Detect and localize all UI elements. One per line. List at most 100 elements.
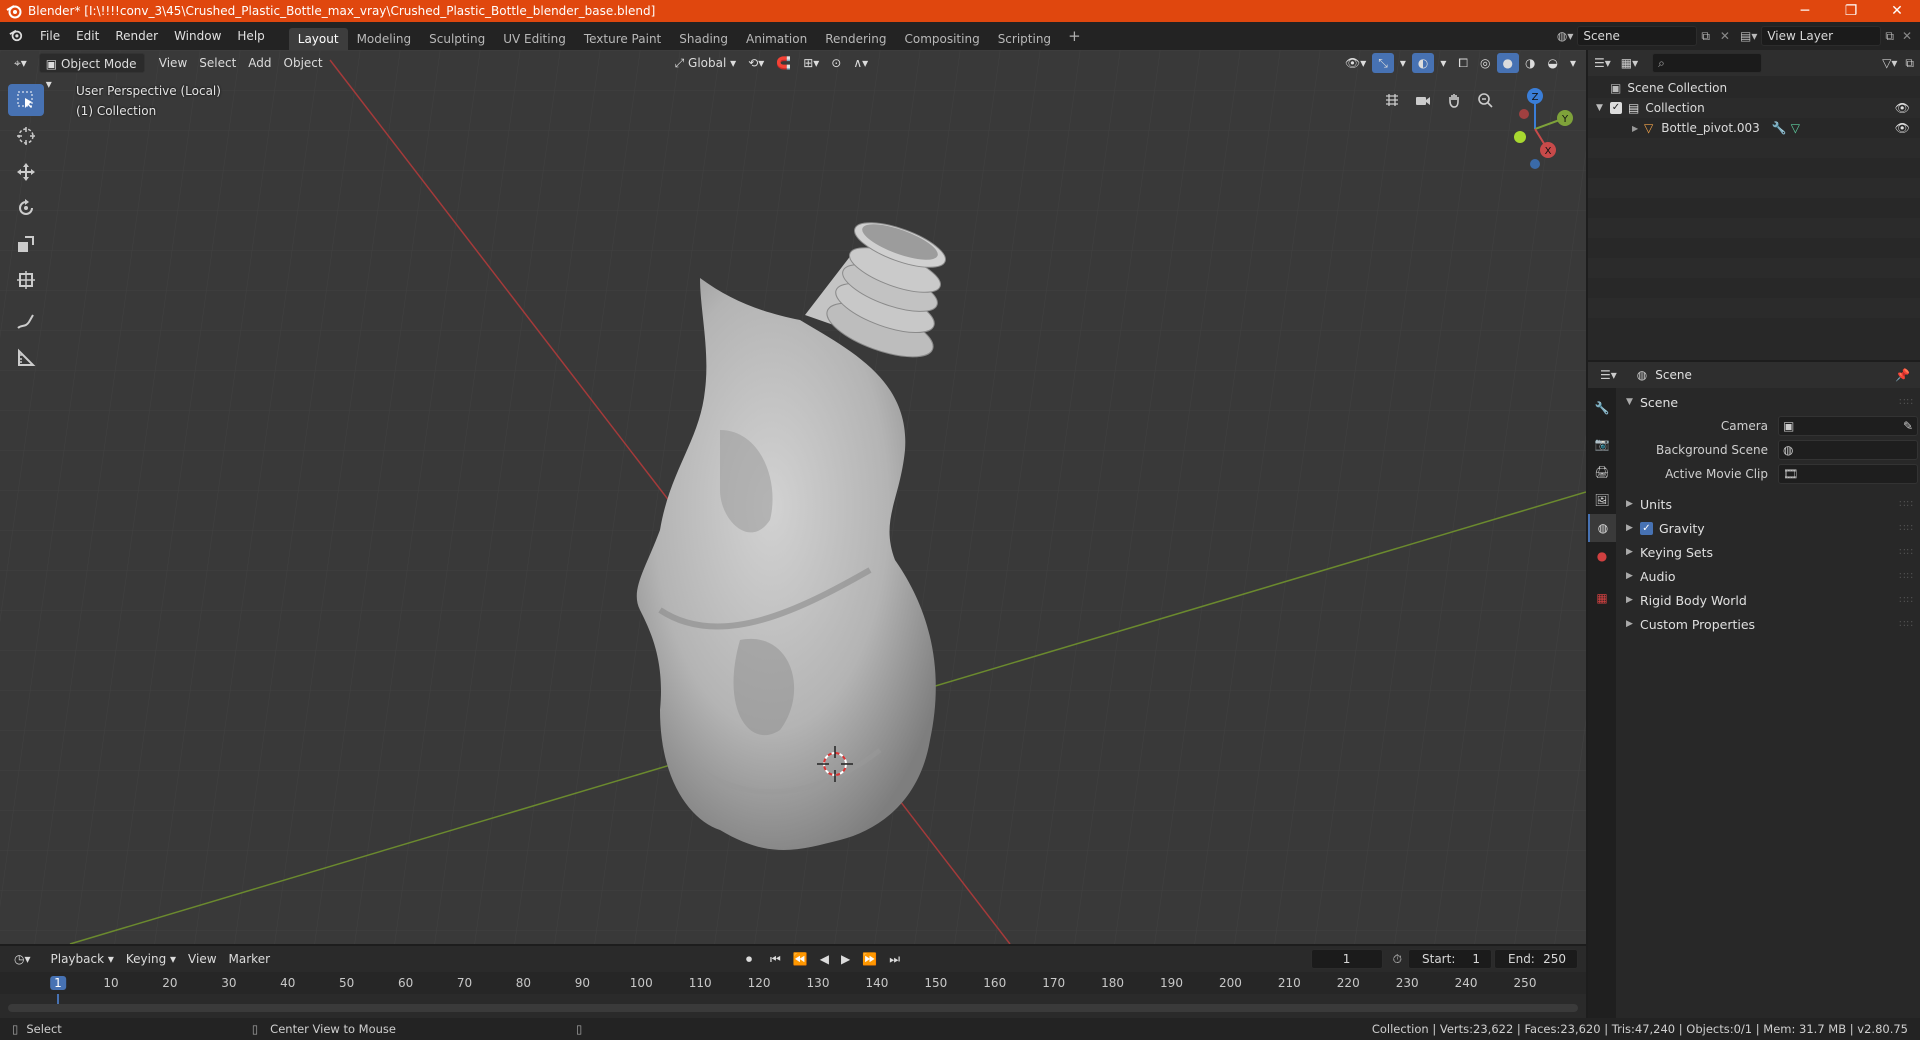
tab-output-icon[interactable]: 🖨 xyxy=(1588,458,1616,486)
mode-dropdown[interactable]: ▣ Object Mode ▾ xyxy=(38,53,145,91)
modifier-wrench-icon[interactable]: 🔧 xyxy=(1772,121,1787,135)
3d-viewport[interactable]: User Perspective (Local) (1) Collection … xyxy=(0,50,1586,944)
cursor-tool[interactable] xyxy=(8,120,44,152)
timeline-scrollbar[interactable] xyxy=(8,1004,1578,1012)
pan-hand-icon[interactable] xyxy=(1440,86,1468,114)
start-frame-field[interactable]: Start: 1 xyxy=(1408,949,1492,969)
menu-help[interactable]: Help xyxy=(229,22,272,50)
tab-rendering[interactable]: Rendering xyxy=(816,28,895,50)
new-scene-icon[interactable]: ⧉ xyxy=(1697,29,1714,44)
proportional-edit-icon[interactable]: ⊙ xyxy=(825,53,847,73)
properties-editor-type-icon[interactable]: ☰▾ xyxy=(1600,368,1617,382)
move-tool[interactable] xyxy=(8,156,44,188)
material-shading-icon[interactable]: ◑ xyxy=(1519,53,1541,73)
transform-tool[interactable] xyxy=(8,264,44,296)
shading-dropdown-icon[interactable]: ▾ xyxy=(1564,53,1582,73)
jump-start-icon[interactable]: ⏮ xyxy=(764,949,787,969)
view-layer-field[interactable]: View Layer xyxy=(1761,26,1882,46)
scale-tool[interactable] xyxy=(8,228,44,260)
tab-texture-paint[interactable]: Texture Paint xyxy=(575,28,670,50)
outliner-row-scene-collection[interactable]: ▣ Scene Collection xyxy=(1588,78,1920,98)
minimize-button[interactable]: ─ xyxy=(1782,0,1828,22)
jump-end-icon[interactable]: ⏭ xyxy=(883,949,906,969)
overlay-toggle-icon[interactable]: ◐ xyxy=(1411,53,1435,73)
menu-render[interactable]: Render xyxy=(107,22,166,50)
menu-marker[interactable]: Marker xyxy=(223,949,276,969)
display-mode-icon[interactable]: ▦▾ xyxy=(1621,56,1638,70)
zoom-icon[interactable] xyxy=(1471,86,1499,114)
collection-visibility-eye-icon[interactable]: 👁 xyxy=(1895,101,1910,115)
tab-layout[interactable]: Layout xyxy=(288,28,348,50)
annotate-tool[interactable] xyxy=(8,306,44,338)
toggle-ortho-icon[interactable] xyxy=(1378,86,1406,114)
audio-drag-handle-icon[interactable]: ∷∷ xyxy=(1899,571,1914,582)
menu-file[interactable]: File xyxy=(32,22,68,50)
remove-scene-icon[interactable]: ✕ xyxy=(1714,29,1736,43)
add-workspace-button[interactable]: + xyxy=(1060,27,1089,45)
units-drag-handle-icon[interactable]: ∷∷ xyxy=(1899,499,1914,510)
wireframe-shading-icon[interactable]: ◎ xyxy=(1474,53,1496,73)
timeline-editor-type-icon[interactable]: ◷▾ xyxy=(8,949,37,969)
menu-timeline-view[interactable]: View xyxy=(182,949,222,969)
menu-window[interactable]: Window xyxy=(166,22,229,50)
menu-object[interactable]: Object xyxy=(278,53,329,73)
tab-animation[interactable]: Animation xyxy=(737,28,816,50)
new-collection-icon[interactable]: ⧉ xyxy=(1905,56,1914,71)
select-box-tool[interactable] xyxy=(8,84,44,116)
filter-icon[interactable]: ▽▾ xyxy=(1882,56,1897,70)
snap-target-icon[interactable]: ⊞▾ xyxy=(797,53,825,73)
outliner-row-object[interactable]: ▶ ▽ Bottle_pivot.003 🔧 ▽ 👁 xyxy=(1588,118,1920,138)
menu-select[interactable]: Select xyxy=(193,53,242,73)
collection-checkbox[interactable]: ✓ xyxy=(1610,102,1622,114)
drag-handle-icon[interactable]: ∷∷ xyxy=(1899,397,1914,408)
tab-modeling[interactable]: Modeling xyxy=(348,28,421,50)
keying-sets-drag-handle-icon[interactable]: ∷∷ xyxy=(1899,547,1914,558)
current-frame-field[interactable]: 1 xyxy=(1310,949,1383,969)
keying-sets-panel-header[interactable]: ▶ Keying Sets ∷∷ xyxy=(1618,540,1920,564)
record-icon[interactable]: ⏺ xyxy=(740,949,758,969)
falloff-icon[interactable]: ∧▾ xyxy=(847,53,874,73)
custom-properties-drag-handle-icon[interactable]: ∷∷ xyxy=(1899,619,1914,630)
tab-world-icon[interactable]: ● xyxy=(1588,542,1616,570)
tab-compositing[interactable]: Compositing xyxy=(895,28,988,50)
jump-keyframe-back-icon[interactable]: ⏪ xyxy=(787,949,814,969)
units-panel-header[interactable]: ▶ Units ∷∷ xyxy=(1618,492,1920,516)
visibility-icon[interactable]: 👁▾ xyxy=(1339,53,1372,73)
scene-field[interactable]: Scene xyxy=(1577,26,1698,46)
custom-properties-panel-header[interactable]: ▶ Custom Properties ∷∷ xyxy=(1618,612,1920,636)
outliner-row-collection[interactable]: ▼ ✓ ▤ Collection 👁 xyxy=(1588,98,1920,118)
tab-shading[interactable]: Shading xyxy=(670,28,737,50)
gravity-drag-handle-icon[interactable]: ∷∷ xyxy=(1899,523,1914,534)
new-view-layer-icon[interactable]: ⧉ xyxy=(1881,29,1898,44)
tab-uv-editing[interactable]: UV Editing xyxy=(494,28,575,50)
menu-view[interactable]: View xyxy=(153,53,193,73)
end-frame-field[interactable]: End: 250 xyxy=(1494,949,1578,969)
camera-view-icon[interactable] xyxy=(1409,86,1437,114)
solid-shading-icon[interactable]: ● xyxy=(1496,53,1519,73)
collapse-arrow-icon[interactable]: ▼ xyxy=(1596,103,1610,113)
snap-icon[interactable]: 🧲 xyxy=(770,53,797,73)
pin-icon[interactable]: 📌 xyxy=(1895,368,1910,382)
outliner-search-input[interactable]: ⌕ xyxy=(1652,53,1763,73)
scene-selector-icon[interactable]: ◍▾ xyxy=(1553,29,1578,43)
background-scene-field[interactable]: ◍ xyxy=(1778,440,1918,460)
menu-keying[interactable]: Keying ▾ xyxy=(120,949,182,969)
close-button[interactable]: ✕ xyxy=(1874,0,1920,22)
active-movie-clip-field[interactable]: 🎞 xyxy=(1778,464,1918,484)
measure-tool[interactable] xyxy=(8,342,44,374)
pivot-point-icon[interactable]: ⟲▾ xyxy=(742,53,770,73)
tab-tool-icon[interactable]: 🔧 xyxy=(1588,394,1616,422)
transform-orientation-dropdown[interactable]: ⤢ Global ▾ xyxy=(669,53,743,73)
rotate-tool[interactable] xyxy=(8,192,44,224)
tab-texture-icon[interactable]: ▦ xyxy=(1588,584,1616,612)
play-reverse-icon[interactable]: ◀ xyxy=(814,949,835,969)
tab-view-layer-icon[interactable]: 🖼 xyxy=(1588,486,1616,514)
navigation-gizmo[interactable]: Z Y X xyxy=(1490,84,1580,174)
tab-sculpting[interactable]: Sculpting xyxy=(420,28,494,50)
gravity-checkbox[interactable]: ✓ xyxy=(1640,521,1653,535)
menu-edit[interactable]: Edit xyxy=(68,22,107,50)
blender-menu-icon[interactable] xyxy=(0,28,32,45)
mesh-data-icon[interactable]: ▽ xyxy=(1791,121,1800,135)
view-layer-icon[interactable]: ▤▾ xyxy=(1736,29,1761,43)
rendered-shading-icon[interactable]: ◒ xyxy=(1541,53,1563,73)
